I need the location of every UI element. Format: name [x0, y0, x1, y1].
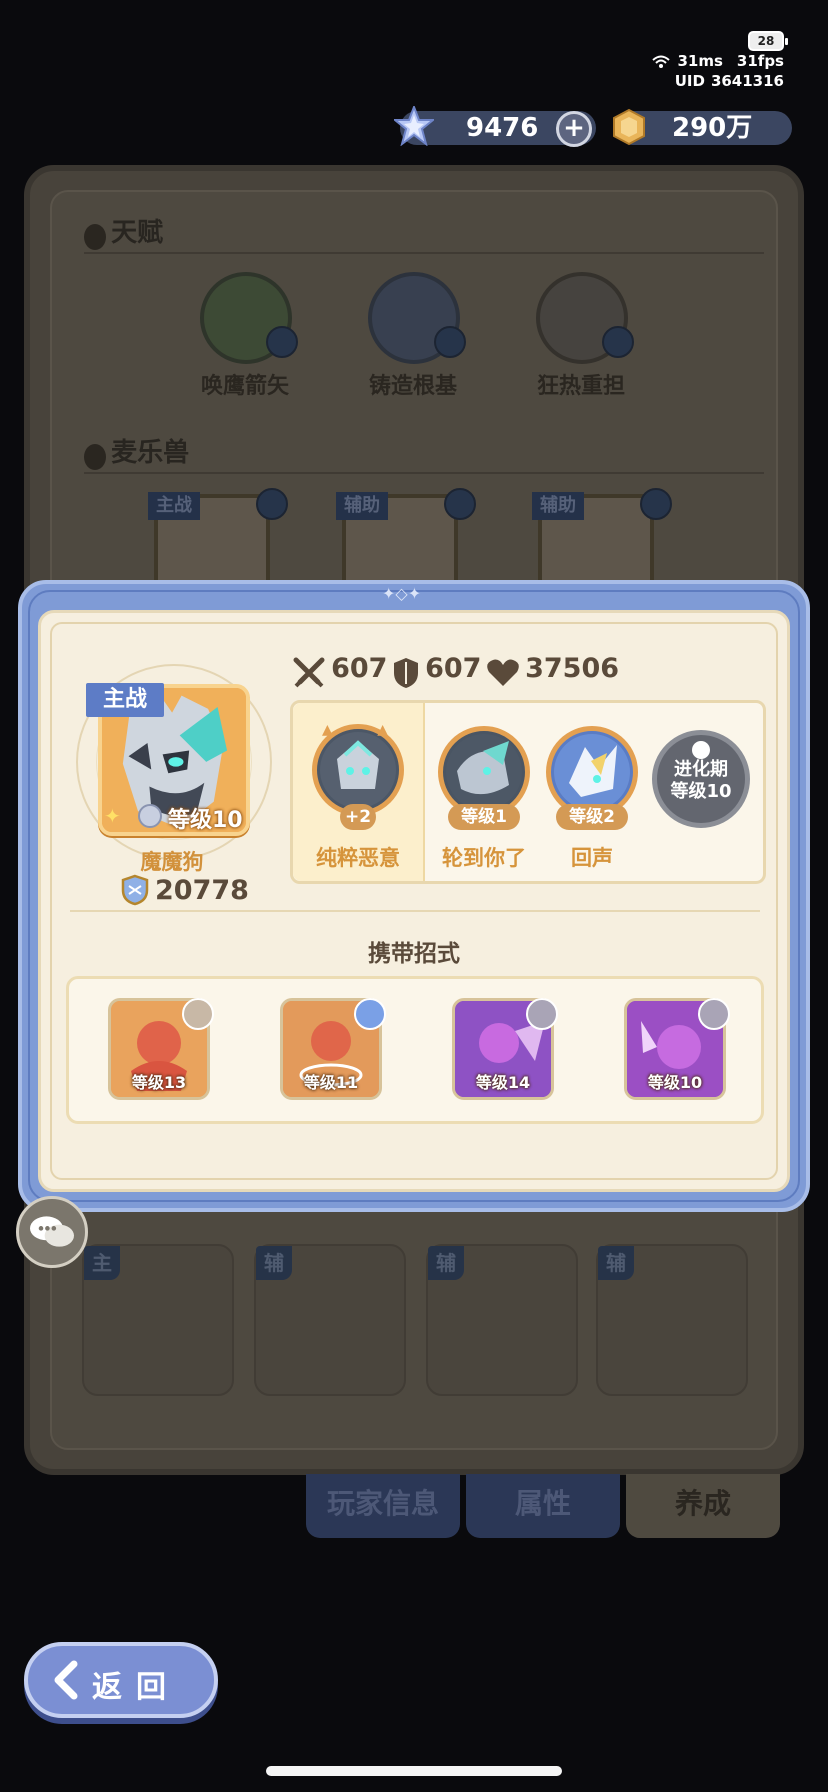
status-bar: 28 31ms 31fps UID 3641316 [638, 30, 788, 91]
slot-tag: 辅 [256, 1246, 292, 1280]
chat-button[interactable] [16, 1196, 88, 1268]
talent-section-header: 天赋 [84, 212, 163, 250]
tab-attributes[interactable]: 属性 [466, 1474, 620, 1538]
tab-growth[interactable]: 养成 [626, 1474, 780, 1538]
gem-amount: 9476 [466, 113, 539, 143]
section-divider [84, 472, 764, 474]
heart-icon [487, 659, 519, 686]
team-slot[interactable]: 主 [82, 1244, 234, 1396]
defense-value: 607 [425, 653, 482, 684]
pet-role-tag: 主战 [148, 492, 200, 520]
slot-tag: 主 [84, 1246, 120, 1280]
back-arrow-icon [50, 1660, 84, 1704]
trait-level-badge: 等级1 [448, 804, 520, 830]
locked-level-label: 等级10 [670, 781, 732, 802]
hp-value: 37506 [525, 653, 620, 684]
fps-text: 31fps [736, 52, 784, 70]
pets-section-title: 麦乐兽 [111, 438, 190, 468]
defense-stat: 607 [392, 653, 481, 690]
add-gems-button[interactable]: + [556, 111, 592, 147]
talent-label: 狂热重担 [536, 374, 625, 399]
trait-level-badge: 等级2 [556, 804, 628, 830]
talent-label: 铸造根基 [368, 374, 457, 399]
element-icon [138, 804, 162, 828]
move-link-badge-icon [698, 998, 730, 1030]
ping-text: 31ms [677, 52, 723, 70]
uid-value: 3641316 [710, 72, 784, 90]
move-link-badge-icon [526, 998, 558, 1030]
trait-label: 纯粹恶意 [316, 846, 400, 870]
team-slot[interactable]: 辅 [254, 1244, 406, 1396]
move-type-badge-icon [182, 998, 214, 1030]
gem-icon [392, 104, 436, 147]
trait-monster-icon [320, 732, 396, 808]
pets-section-icon [84, 443, 106, 470]
gold-icon [610, 108, 648, 146]
hp-stat: 37506 [486, 653, 619, 688]
team-slot[interactable]: 辅 [426, 1244, 578, 1396]
move-level: 等级13 [131, 1073, 187, 1092]
search-icon[interactable] [602, 326, 634, 358]
moves-title: 携带招式 [368, 941, 460, 967]
locked-stage-label: 进化期 [674, 759, 728, 780]
swords-icon [293, 657, 325, 687]
slot-tag: 辅 [428, 1246, 464, 1280]
main-role-tag: 主战 [86, 683, 164, 717]
power-value: 20778 [155, 875, 249, 906]
move-level: 等级14 [475, 1073, 531, 1092]
wifi-icon [652, 52, 675, 70]
search-icon[interactable] [640, 488, 672, 520]
talent-label: 唤鹰箭矢 [200, 374, 289, 399]
search-icon[interactable] [444, 488, 476, 520]
back-label: 返回 [92, 1670, 180, 1705]
trait-monster-icon [446, 734, 522, 810]
power-shield-icon [120, 874, 150, 910]
home-indicator[interactable] [266, 1766, 562, 1776]
tab-player-info[interactable]: 玩家信息 [306, 1474, 460, 1538]
trait-ears-ornament: ▲ ▲ [322, 722, 389, 738]
move-shield-badge-icon [354, 998, 386, 1030]
search-icon[interactable] [256, 488, 288, 520]
battery-level: 28 [757, 34, 775, 48]
slot-tag: 辅 [598, 1246, 634, 1280]
chat-bubbles-icon [30, 1216, 74, 1247]
modal-divider [70, 910, 760, 912]
trait-bonus-badge: +2 [340, 804, 376, 830]
trait-label: 回声 [571, 846, 613, 870]
trait-locked-slot[interactable]: 进化期 等级10 [652, 730, 750, 828]
talent-section-icon [84, 223, 106, 250]
uid-label: UID [674, 72, 705, 90]
attack-stat: 607 [292, 653, 387, 690]
search-icon[interactable] [434, 326, 466, 358]
pet-role-tag: 辅助 [532, 492, 584, 520]
attack-value: 607 [331, 653, 388, 684]
lock-icon [692, 741, 710, 759]
pet-name: 魔魔狗 [140, 850, 204, 874]
team-slot[interactable]: 辅 [596, 1244, 748, 1396]
move-level: 等级10 [647, 1073, 703, 1092]
star-icon: ✦ [104, 804, 121, 828]
search-icon[interactable] [266, 326, 298, 358]
section-divider [84, 252, 764, 254]
trait-label: 轮到你了 [442, 846, 526, 870]
pet-role-tag: 辅助 [336, 492, 388, 520]
pets-section-header: 麦乐兽 [84, 432, 189, 470]
pet-level: 等级10 [168, 808, 243, 833]
trait-monster-icon [554, 734, 630, 810]
talent-section-title: 天赋 [111, 218, 164, 248]
battery-icon: 28 [748, 31, 788, 51]
move-level: 等级11 [303, 1073, 359, 1092]
shield-icon [394, 657, 418, 688]
gold-amount: 290万 [672, 113, 753, 143]
modal-top-ornament: ✦◇✦ [382, 584, 422, 603]
